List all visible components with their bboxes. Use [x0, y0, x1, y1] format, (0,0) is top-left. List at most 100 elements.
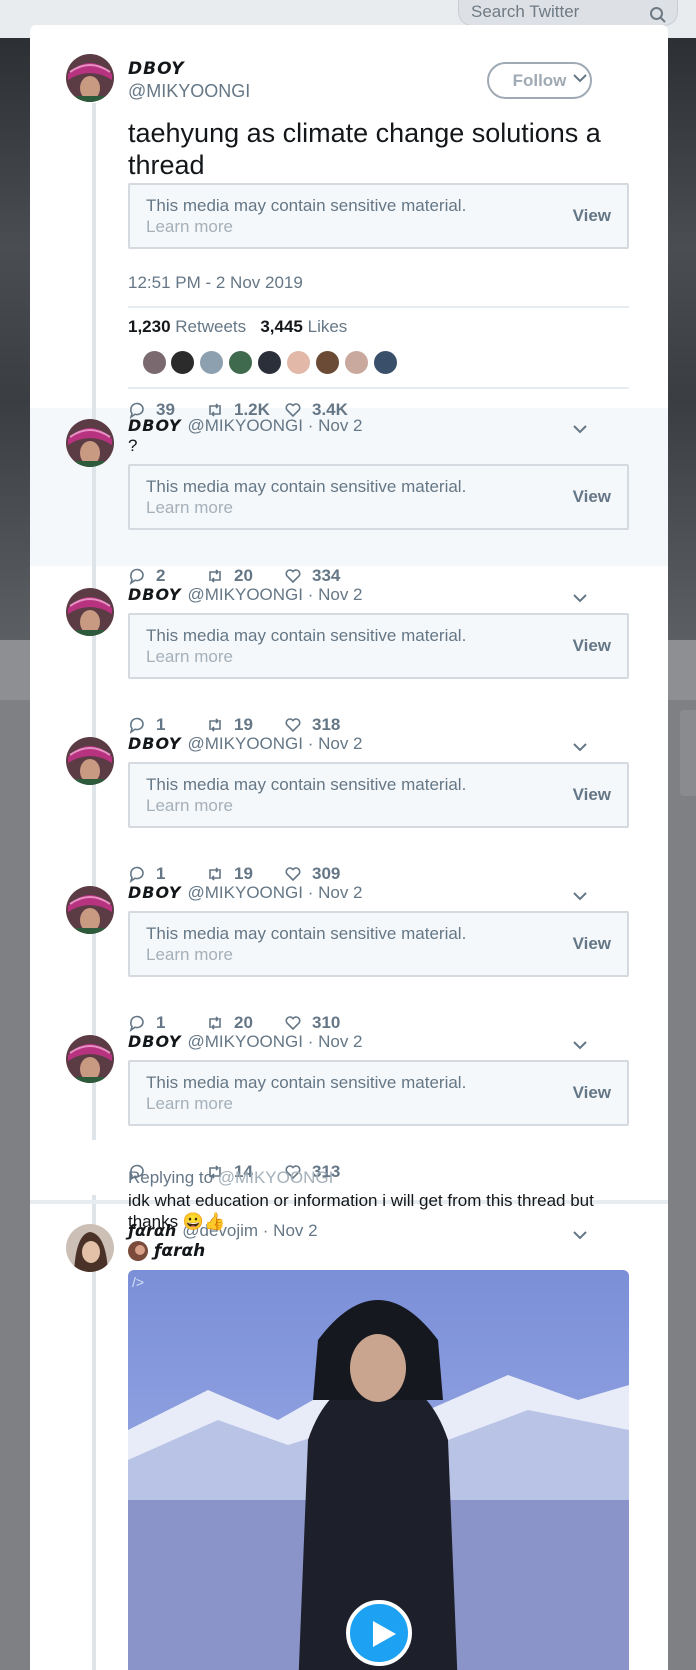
liker-avatar[interactable]: [228, 350, 253, 375]
view-button[interactable]: View: [573, 1083, 611, 1103]
author-name[interactable]: DBOY: [128, 416, 182, 435]
author-handle[interactable]: @MIKYOONGI: [128, 81, 250, 102]
retweet-button[interactable]: 20: [206, 565, 253, 587]
retweet-count: 20: [234, 1013, 253, 1032]
chevron-down-icon[interactable]: [572, 891, 588, 901]
author-name[interactable]: DBOY: [128, 585, 182, 604]
view-button[interactable]: View: [573, 206, 611, 226]
chevron-down-icon[interactable]: [572, 593, 588, 603]
retweet-button[interactable]: 19: [206, 714, 253, 736]
retweet-button[interactable]: 19: [206, 863, 253, 885]
view-button[interactable]: View: [573, 785, 611, 805]
avatar[interactable]: [66, 588, 114, 636]
reply-button[interactable]: 2: [128, 565, 165, 587]
chevron-down-icon[interactable]: [572, 73, 588, 83]
reply-count: 2: [156, 566, 166, 585]
author-name[interactable]: DBOY: [128, 1032, 182, 1051]
chevron-down-icon[interactable]: [572, 742, 588, 752]
learn-more-link[interactable]: Learn more: [146, 217, 233, 237]
likes-count[interactable]: 3,445: [260, 317, 303, 336]
sensitive-media-notice: This media may contain sensitive materia…: [128, 1060, 629, 1126]
author-name[interactable]: DBOY: [128, 59, 185, 79]
sensitive-message: This media may contain sensitive materia…: [146, 477, 467, 496]
liker-avatar[interactable]: [286, 350, 311, 375]
like-count: 318: [312, 715, 341, 734]
like-button[interactable]: 318: [284, 714, 340, 736]
reply-count: 1: [156, 715, 166, 734]
reply-icon: [129, 568, 144, 585]
like-count: 310: [312, 1013, 341, 1032]
chevron-down-icon[interactable]: [572, 424, 588, 434]
replying-prefix: Replying to: [128, 1168, 214, 1187]
avatar[interactable]: [66, 54, 114, 102]
tweet-timestamp[interactable]: 12:51 PM - 2 Nov 2019: [128, 273, 303, 293]
like-button[interactable]: 334: [284, 565, 340, 587]
author-name[interactable]: DBOY: [128, 734, 182, 753]
avatar[interactable]: [66, 419, 114, 467]
author-handle[interactable]: @MIKYOONGI · Nov 2: [188, 734, 363, 753]
retweet-button[interactable]: 20: [206, 1012, 253, 1034]
author-handle[interactable]: @MIKYOONGI · Nov 2: [188, 585, 363, 604]
retweet-count: 19: [234, 864, 253, 883]
avatar[interactable]: [66, 737, 114, 785]
author-name[interactable]: DBOY: [128, 883, 182, 902]
replying-to: Replying to @MIKYOONGI: [128, 1168, 333, 1188]
retweet-icon: [209, 867, 221, 881]
avatar[interactable]: [66, 1035, 114, 1083]
learn-more-link[interactable]: Learn more: [146, 498, 233, 518]
author-handle[interactable]: @MIKYOONGI · Nov 2: [188, 883, 363, 902]
avatar[interactable]: [66, 886, 114, 934]
like-button[interactable]: 309: [284, 863, 340, 885]
video-player[interactable]: />: [128, 1270, 629, 1670]
retweet-icon: [209, 569, 221, 583]
replying-to-link[interactable]: @MIKYOONGI: [218, 1168, 334, 1187]
liker-avatar[interactable]: [344, 350, 369, 375]
view-button[interactable]: View: [573, 934, 611, 954]
sensitive-media-notice: This media may contain sensitive materia…: [128, 911, 629, 977]
learn-more-link[interactable]: Learn more: [146, 796, 233, 816]
learn-more-link[interactable]: Learn more: [146, 647, 233, 667]
avatar[interactable]: [66, 1224, 114, 1272]
reply-text: idk what education or information i will…: [128, 1191, 594, 1231]
liker-avatar[interactable]: [373, 350, 398, 375]
divider: [128, 306, 629, 308]
learn-more-link[interactable]: Learn more: [146, 945, 233, 965]
sensitive-message: This media may contain sensitive materia…: [146, 1073, 467, 1092]
author-handle[interactable]: @MIKYOONGI · Nov 2: [188, 416, 363, 435]
reply-header: DBOY @MIKYOONGI · Nov 2: [128, 416, 363, 436]
reply-count: 1: [156, 864, 166, 883]
retweets-label[interactable]: Retweets: [175, 317, 246, 336]
reply-header: DBOY @MIKYOONGI · Nov 2: [128, 585, 363, 605]
reply-button[interactable]: 1: [128, 1012, 165, 1034]
reply-button[interactable]: 1: [128, 714, 165, 736]
reply-text: ?: [128, 436, 138, 455]
likes-label[interactable]: Likes: [308, 317, 348, 336]
retweet-count: 19: [234, 715, 253, 734]
liker-avatar[interactable]: [199, 350, 224, 375]
liker-avatar[interactable]: [170, 350, 195, 375]
retweets-count[interactable]: 1,230: [128, 317, 171, 336]
liker-avatar[interactable]: [315, 350, 340, 375]
view-button[interactable]: View: [573, 636, 611, 656]
tweet-stats: 1,230 Retweets 3,445 Likes: [128, 317, 347, 337]
retweet-count: 20: [234, 566, 253, 585]
sensitive-message: This media may contain sensitive materia…: [146, 626, 467, 645]
quoted-author[interactable]: ƒαrαh: [128, 1240, 205, 1262]
retweet-icon: [209, 1016, 221, 1030]
reply-button[interactable]: 1: [128, 863, 165, 885]
learn-more-link[interactable]: Learn more: [146, 1094, 233, 1114]
liker-avatar[interactable]: [257, 350, 282, 375]
chevron-down-icon[interactable]: [572, 1040, 588, 1050]
reply-icon: [129, 1015, 144, 1032]
play-icon: [373, 1621, 396, 1647]
like-button[interactable]: 310: [284, 1012, 340, 1034]
search-placeholder: Search Twitter: [471, 2, 580, 21]
play-button[interactable]: [346, 1600, 412, 1666]
view-button[interactable]: View: [573, 487, 611, 507]
search-icon[interactable]: [649, 6, 667, 24]
search-input[interactable]: Search Twitter: [458, 0, 678, 26]
liker-avatar[interactable]: [142, 350, 167, 375]
reply-count: 1: [156, 1013, 166, 1032]
divider: [128, 387, 629, 389]
author-handle[interactable]: @MIKYOONGI · Nov 2: [188, 1032, 363, 1051]
